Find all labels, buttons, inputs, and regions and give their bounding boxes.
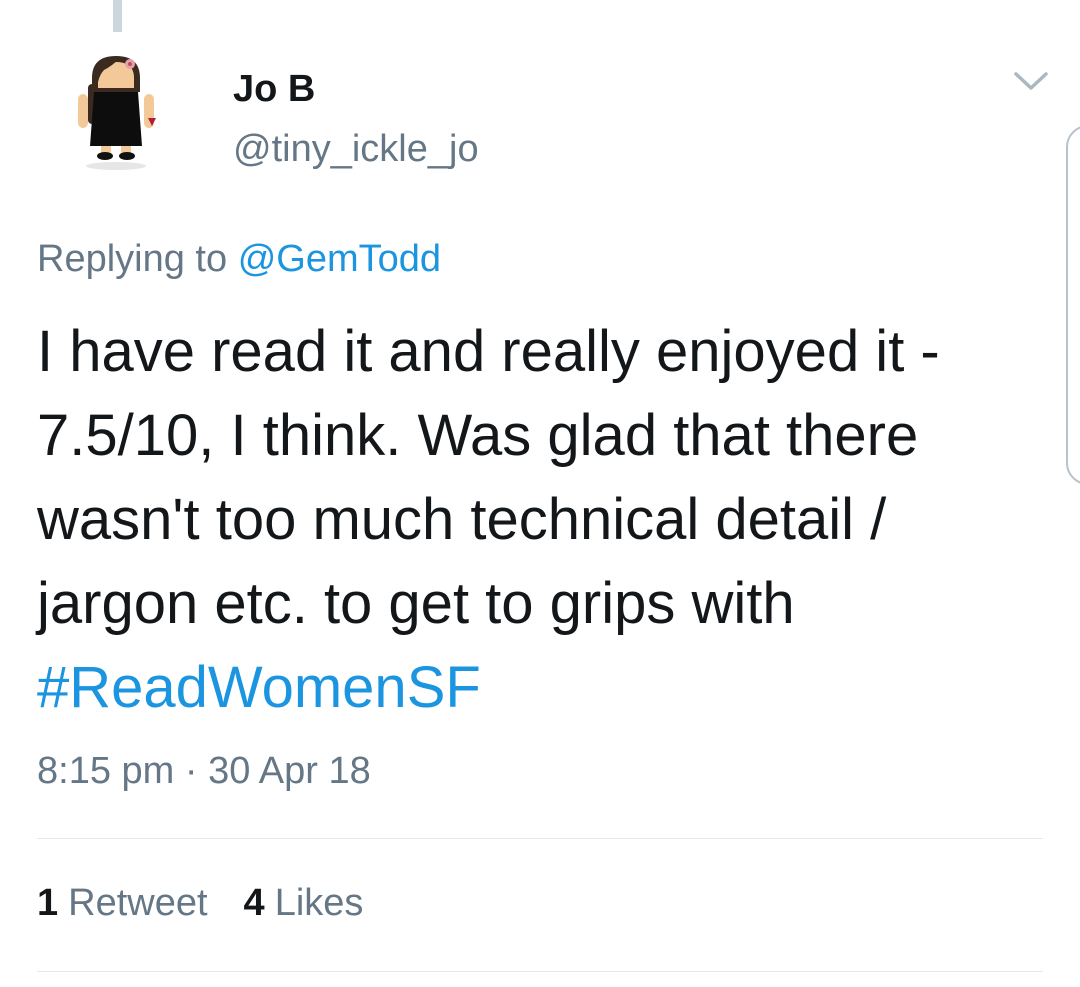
retweets-count: 1	[37, 882, 59, 924]
retweets-label: Retweet	[68, 882, 208, 924]
scrollbar-edge[interactable]	[1066, 125, 1080, 485]
tweet-body: I have read it and really enjoyed it - 7…	[37, 310, 1047, 730]
tweet-text-line: wasn't too much technical detail /	[37, 487, 887, 552]
reply-context: Replying to @GemTodd	[37, 238, 441, 281]
android-girl-avatar-icon	[78, 56, 156, 170]
tweet-text-line: 7.5/10, I think. Was glad that there	[37, 403, 919, 468]
retweets-stat[interactable]: 1 Retweet	[37, 882, 208, 925]
tweet-timestamp[interactable]: 8:15 pm · 30 Apr 18	[37, 750, 371, 793]
tweet-text-line: jargon etc. to get to grips with	[37, 571, 795, 636]
divider	[37, 971, 1043, 972]
likes-count: 4	[243, 882, 265, 924]
hashtag-link[interactable]: #ReadWomenSF	[37, 655, 481, 720]
tweet-menu-button[interactable]	[1010, 66, 1052, 98]
chevron-down-icon	[1014, 72, 1048, 90]
divider	[37, 838, 1043, 839]
reply-context-prefix: Replying to	[37, 238, 228, 280]
tweet-text-line: I have read it and really enjoyed it -	[37, 319, 940, 384]
author-name[interactable]: Jo B	[233, 68, 315, 111]
likes-stat[interactable]: 4 Likes	[244, 882, 364, 925]
author-handle[interactable]: @tiny_ickle_jo	[233, 128, 479, 171]
likes-label: Likes	[274, 882, 364, 924]
engagement-stats: 1 Retweet 4 Likes	[37, 882, 363, 925]
thread-connector-line	[113, 0, 122, 32]
reply-mention-link[interactable]: @GemTodd	[238, 238, 441, 280]
avatar[interactable]	[68, 48, 164, 178]
